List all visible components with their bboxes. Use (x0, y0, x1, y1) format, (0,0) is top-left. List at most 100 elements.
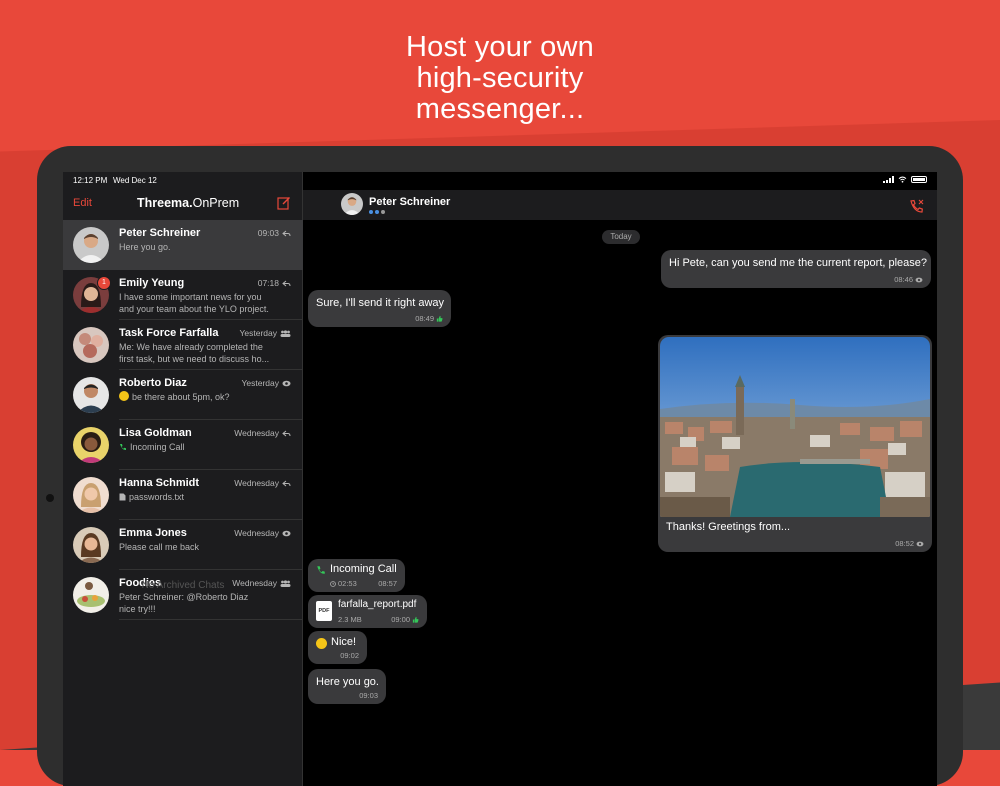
eye-icon (282, 380, 291, 386)
message-incoming-call[interactable]: Incoming Call 02:53 08:57 (308, 559, 405, 592)
duration-text: 02:53 (338, 579, 357, 588)
chat-preview: Please call me back (119, 541, 289, 553)
reply-icon (282, 430, 291, 436)
chat-preview: Incoming Call (119, 441, 289, 453)
chat-time: 07:18 (257, 278, 279, 288)
message-text: Here you go. (316, 676, 379, 688)
chat-name: Lisa Goldman (119, 427, 192, 439)
chat-item-roberto-diaz[interactable]: Roberto Diaz Yesterday be there about 5p… (63, 370, 303, 420)
chat-time: Wednesday (234, 528, 279, 538)
group-icon (280, 329, 291, 337)
edit-button[interactable]: Edit (73, 197, 92, 209)
file-size: 2.3 MB (338, 615, 362, 624)
avatar (73, 527, 109, 563)
message-meta: 08:46 (894, 275, 923, 284)
conversation-navbar: Peter Schreiner (303, 190, 937, 220)
avatar (73, 477, 109, 513)
chat-time: Wednesday (234, 428, 279, 438)
message-text: Sure, I'll send it right away (316, 297, 445, 309)
phone-icon (120, 444, 126, 451)
message-incoming-file[interactable]: PDF farfalla_report.pdf 2.3 MB 09:00 (308, 595, 427, 628)
message-time: 09:00 (391, 615, 410, 624)
message-outgoing-image[interactable]: Thanks! Greetings from... 08:52 (658, 335, 932, 552)
chat-meta: 07:18 (258, 278, 291, 288)
emoji-icon (316, 638, 327, 649)
headline: Host your own high-security messenger... (0, 32, 1000, 125)
chat-name: Task Force Farfalla (119, 327, 219, 339)
app-logo: Threema.OnPrem (137, 196, 239, 210)
message-incoming[interactable]: Here you go. 09:03 (308, 669, 386, 704)
avatar (73, 427, 109, 463)
tablet-screen: Edit Threema.OnPrem Peter Schreiner 09:0… (63, 172, 937, 786)
message-outgoing[interactable]: Hi Pete, can you send me the current rep… (661, 250, 931, 288)
chat-preview: Peter Schreiner: @Roberto Diaz nice try!… (119, 591, 289, 615)
file-icon (119, 493, 126, 501)
chat-name: Emily Yeung (119, 277, 185, 289)
message-time: 08:49 (415, 314, 434, 323)
archived-chats-label: No Archived Chats (141, 580, 225, 591)
divider (119, 619, 303, 620)
preview-line: nice try!!! (119, 604, 156, 614)
chat-name: Peter Schreiner (119, 227, 201, 239)
compose-icon[interactable] (277, 196, 291, 210)
message-text: farfalla_report.pdf (338, 599, 417, 610)
preview-text: Incoming Call (130, 442, 185, 452)
chat-preview: I have some important news for you and y… (119, 291, 289, 315)
message-time: 08:57 (378, 579, 397, 588)
unread-badge: 1 (97, 276, 111, 290)
message-time: 08:52 (895, 539, 914, 548)
message-text: Incoming Call (330, 563, 397, 575)
conversation-pane: Peter Schreiner Today Hi Pete, can you s… (303, 172, 937, 786)
contact-name[interactable]: Peter Schreiner (369, 196, 450, 208)
phone-icon (317, 566, 325, 574)
preview-line: Peter Schreiner: @Roberto Diaz (119, 592, 249, 602)
message-photo[interactable] (660, 337, 930, 517)
preview-line: Me: We have already completed the (119, 342, 263, 352)
preview-line: be there about 5pm, ok? (119, 391, 289, 403)
call-icon[interactable] (909, 198, 925, 214)
status-bar: 12:12 PM Wed Dec 12 (63, 172, 937, 190)
chat-item-emily-yeung[interactable]: 1 Emily Yeung 07:18 I have some importan… (63, 270, 303, 320)
emoji-icon (119, 391, 129, 401)
thumbs-up-icon (436, 315, 443, 322)
reply-icon (282, 280, 291, 286)
chat-time: Yesterday (241, 378, 280, 388)
contact-avatar[interactable] (341, 193, 363, 215)
chat-meta: Yesterday (242, 378, 292, 388)
message-meta: 09:00 (391, 615, 419, 624)
chat-meta: Yesterday (240, 328, 292, 338)
headline-line-2: high-security (416, 62, 584, 94)
chat-meta: Wednesday (234, 428, 291, 438)
verification-level (369, 210, 385, 214)
chat-time: Yesterday (239, 328, 278, 338)
chat-list-pane: Edit Threema.OnPrem Peter Schreiner 09:0… (63, 172, 303, 786)
status-icons (883, 176, 927, 183)
chat-meta: 09:03 (258, 228, 291, 238)
chat-preview: passwords.txt (119, 491, 289, 503)
chat-item-peter-schreiner[interactable]: Peter Schreiner 09:03 Here you go. (63, 220, 303, 270)
message-time: 09:02 (340, 651, 359, 660)
message-incoming[interactable]: Nice! 09:02 (308, 631, 367, 664)
eye-icon (915, 277, 923, 282)
call-duration: 02:53 (330, 579, 357, 588)
message-time: 08:46 (894, 275, 913, 284)
signal-icon (883, 176, 894, 183)
chat-item-hanna-schmidt[interactable]: Hanna Schmidt Wednesday passwords.txt (63, 470, 303, 520)
chat-item-lisa-goldman[interactable]: Lisa Goldman Wednesday Incoming Call (63, 420, 303, 470)
clock-icon (330, 580, 336, 587)
brand-main: Threema. (137, 196, 193, 210)
chat-time: 09:03 (257, 228, 279, 238)
message-meta: 09:02 (340, 651, 359, 660)
preview-line: Here you go. (119, 242, 171, 252)
chat-preview: be there about 5pm, ok? (119, 391, 289, 403)
preview-line: and your team about the YLO project. (119, 304, 269, 314)
preview-text: be there about 5pm, ok? (132, 392, 230, 402)
chat-item-foodies[interactable]: Foodies Wednesday Peter Schreiner: @Robe… (63, 570, 303, 620)
preview-text: passwords.txt (129, 492, 185, 502)
message-incoming[interactable]: Sure, I'll send it right away 08:49 (308, 290, 451, 327)
chat-item-task-force-farfalla[interactable]: Task Force Farfalla Yesterday Me: We hav… (63, 320, 303, 370)
chat-item-emma-jones[interactable]: Emma Jones Wednesday Please call me back (63, 520, 303, 570)
chat-preview: Here you go. (119, 241, 289, 253)
chat-name: Hanna Schmidt (119, 477, 200, 489)
chat-meta: Wednesday (234, 478, 291, 488)
